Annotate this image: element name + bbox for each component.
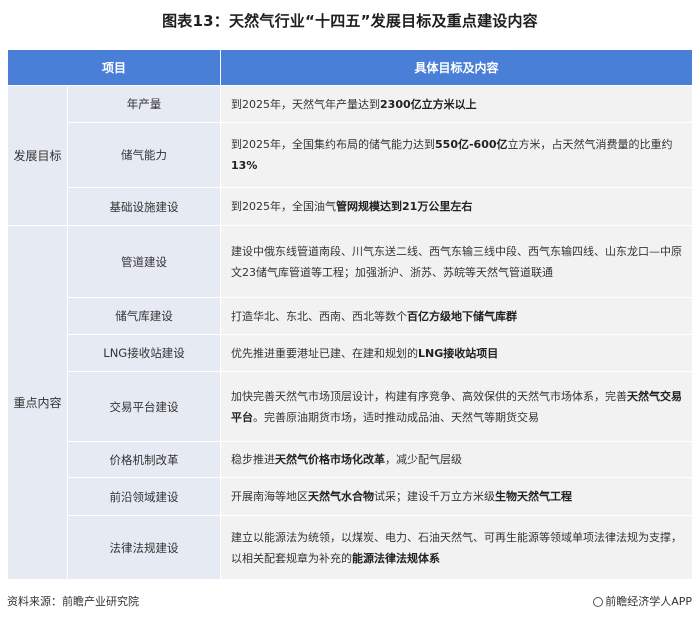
row-desc: 优先推进重要港址已建、在建和规划的LNG接收站项目 xyxy=(220,334,693,372)
table-row: 价格机制改革 稳步推进天然气价格市场化改革，减少配气层级 xyxy=(8,441,693,478)
highlight-text: 能源法律法规体系 xyxy=(352,551,441,565)
row-desc: 加快完善天然气市场顶层设计，构建有序竞争、高效保供的天然气市场体系，完善天然气交… xyxy=(220,371,693,442)
row-item: 年产量 xyxy=(66,85,222,123)
table-row: 交易平台建设 加快完善天然气市场顶层设计，构建有序竞争、高效保供的天然气市场体系… xyxy=(8,371,693,442)
desc-text: 到2025年，天然气年产量达到 xyxy=(231,97,381,111)
row-desc: 开展南海等地区天然气水合物试采；建设千万立方米级生物天然气工程 xyxy=(220,477,693,516)
source-note: 资料来源：前瞻产业研究院 xyxy=(7,595,139,608)
desc-text: 建立以能源法为统领，以煤炭、电力、石油天然气、可再生能源等领域单项法律法规为支撑… xyxy=(231,530,683,565)
desc-text: 打造华北、东北、西南、西北等数个 xyxy=(231,309,408,323)
desc-text: 到2025年，全国油气 xyxy=(231,200,337,213)
table-row: 基础设施建设 到2025年，全国油气管网规模达到21万公里左右 xyxy=(8,187,693,226)
highlight-text: 2300亿立方米以上 xyxy=(380,97,477,111)
highlight-text: LNG接收站项目 xyxy=(418,346,499,360)
header-content: 具体目标及内容 xyxy=(220,49,693,86)
row-item: 储气库建设 xyxy=(66,297,222,335)
brand-mark: 前瞻经济学人APP xyxy=(593,593,692,609)
row-item: 管道建设 xyxy=(66,225,222,298)
desc-text: 立方米，占天然气消费量的比重约 xyxy=(507,138,673,151)
row-desc: 到2025年，全国油气管网规模达到21万公里左右 xyxy=(220,187,693,226)
desc-text: 建设中俄东线管道南段、川气东送二线、西气东输三线中段、西气东输四线、山东龙口—中… xyxy=(231,244,683,279)
row-item: 法律法规建设 xyxy=(66,515,222,580)
row-item: 前沿领域建设 xyxy=(66,477,222,516)
highlight-text: 百亿方级地下储气库群 xyxy=(407,309,518,323)
desc-text: 开展南海等地区 xyxy=(231,490,309,503)
row-desc: 建设中俄东线管道南段、川气东送二线、西气东输三线中段、西气东输四线、山东龙口—中… xyxy=(220,225,693,298)
row-item: LNG接收站建设 xyxy=(66,334,222,372)
desc-text: ，减少配气层级 xyxy=(385,453,463,466)
row-desc: 到2025年，天然气年产量达到2300亿立方米以上 xyxy=(220,85,693,123)
brand-text: 前瞻经济学人APP xyxy=(605,595,692,608)
row-item: 基础设施建设 xyxy=(66,187,222,226)
highlight-text: 13% xyxy=(231,159,258,172)
brand-logo-icon xyxy=(593,597,604,607)
row-desc: 稳步推进天然气价格市场化改革，减少配气层级 xyxy=(220,441,693,478)
table-header-row: 项目 具体目标及内容 xyxy=(6,49,693,86)
row-item: 交易平台建设 xyxy=(66,371,222,442)
category-goals: 发展目标 xyxy=(7,85,68,226)
desc-text: 试采；建设千万立方米级 xyxy=(374,490,496,503)
highlight-text: 天然气水合物 xyxy=(308,490,375,503)
highlight-text: 550亿-600亿 xyxy=(435,138,508,151)
chart-title: 图表13：天然气行业“十四五”发展目标及重点建设内容 xyxy=(162,12,538,30)
header-item: 项目 xyxy=(6,49,222,86)
table-row: 前沿领域建设 开展南海等地区天然气水合物试采；建设千万立方米级生物天然气工程 xyxy=(8,477,693,516)
table-row: 法律法规建设 建立以能源法为统领，以煤炭、电力、石油天然气、可再生能源等领域单项… xyxy=(8,515,693,580)
desc-text: 优先推进重要港址已建、在建和规划的 xyxy=(231,346,419,360)
table-row: 储气能力 到2025年，全国集约布局的储气能力达到550亿-600亿立方米，占天… xyxy=(8,122,693,188)
targets-table: 项目 具体目标及内容 发展目标 年产量 到2025年，天然气年产量达到2300亿… xyxy=(6,49,693,580)
category-key: 重点内容 xyxy=(7,225,68,580)
row-desc: 建立以能源法为统领，以煤炭、电力、石油天然气、可再生能源等领域单项法律法规为支撑… xyxy=(220,515,693,580)
table-row: 储气库建设 打造华北、东北、西南、西北等数个百亿方级地下储气库群 xyxy=(8,297,693,335)
highlight-text: 生物天然气工程 xyxy=(495,490,573,503)
desc-text: 稳步推进 xyxy=(231,453,276,466)
table-row: LNG接收站建设 优先推进重要港址已建、在建和规划的LNG接收站项目 xyxy=(8,334,693,372)
table-row: 发展目标 年产量 到2025年，天然气年产量达到2300亿立方米以上 xyxy=(7,85,693,226)
row-desc: 到2025年，全国集约布局的储气能力达到550亿-600亿立方米，占天然气消费量… xyxy=(220,122,693,188)
table-row: 重点内容 管道建设 建设中俄东线管道南段、川气东送二线、西气东输三线中段、西气东… xyxy=(7,225,693,580)
desc-text: 。完善原油期货市场，适时推动成品油、天然气等期货交易 xyxy=(253,410,540,424)
desc-text: 加快完善天然气市场顶层设计，构建有序竞争、高效保供的天然气市场体系，完善 xyxy=(231,389,628,403)
desc-text: 到2025年，全国集约布局的储气能力达到 xyxy=(231,138,436,151)
row-item: 储气能力 xyxy=(66,122,222,188)
highlight-text: 管网规模达到21万公里左右 xyxy=(336,200,473,213)
row-desc: 打造华北、东北、西南、西北等数个百亿方级地下储气库群 xyxy=(220,297,693,335)
row-item: 价格机制改革 xyxy=(66,441,222,478)
highlight-text: 天然气价格市场化改革 xyxy=(275,453,386,466)
